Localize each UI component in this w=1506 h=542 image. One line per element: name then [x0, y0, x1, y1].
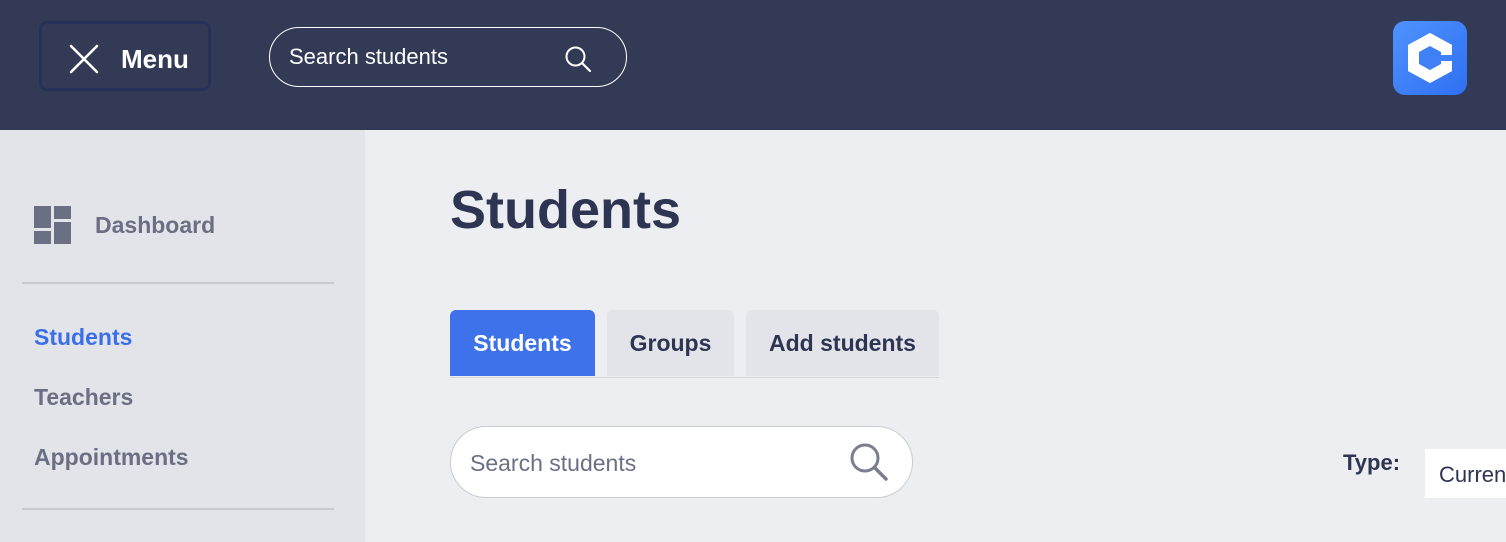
top-bar: Menu Search students [0, 0, 1506, 130]
tab-bar: Students Groups Add students [450, 310, 939, 378]
close-icon [69, 44, 99, 74]
dashboard-label: Dashboard [95, 212, 216, 238]
sidebar-divider [22, 508, 334, 510]
tab-students[interactable]: Students [450, 310, 595, 376]
sidebar-item-students[interactable]: Students [34, 324, 132, 351]
menu-label: Menu [121, 44, 189, 74]
app-logo[interactable] [1393, 21, 1467, 95]
tab-add-students[interactable]: Add students [746, 310, 939, 376]
sidebar-divider [22, 282, 334, 284]
sidebar-item-dashboard[interactable]: Dashboard [34, 206, 215, 244]
dashboard-icon [34, 206, 71, 244]
header-search-placeholder: Search students [289, 44, 448, 69]
logo-icon [1408, 33, 1452, 83]
search-icon[interactable] [849, 442, 889, 482]
type-filter-value: Current [1439, 462, 1506, 487]
header-search-input[interactable]: Search students [269, 27, 627, 87]
sidebar: Dashboard Students Teachers Appointments [0, 130, 365, 542]
type-filter-select[interactable]: Current [1425, 449, 1506, 498]
page-title: Students [450, 180, 682, 240]
student-search-input[interactable]: Search students [450, 426, 913, 498]
student-search-placeholder: Search students [470, 450, 637, 476]
type-filter-label: Type: [1343, 450, 1401, 475]
sidebar-item-appointments[interactable]: Appointments [34, 444, 189, 471]
menu-button[interactable]: Menu [39, 21, 211, 91]
sidebar-item-teachers[interactable]: Teachers [34, 384, 133, 411]
search-icon[interactable] [564, 45, 592, 73]
tab-groups[interactable]: Groups [607, 310, 734, 376]
